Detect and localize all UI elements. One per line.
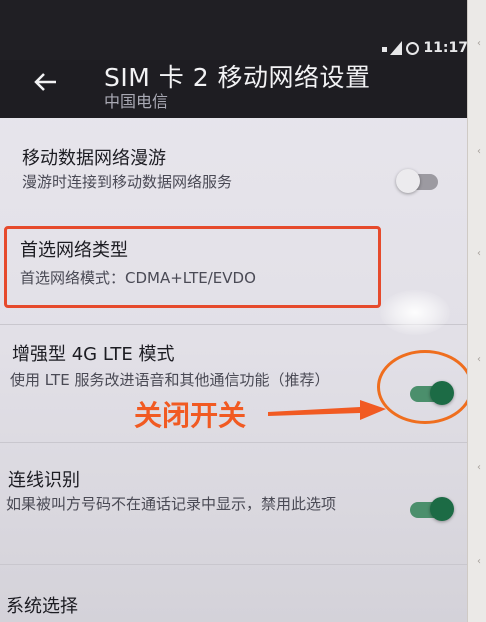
app-bar: SIM 卡 2 移动网络设置 中国电信 bbox=[0, 60, 468, 118]
setting-caller-id[interactable]: 连线识别 如果被叫方号码不在通话记录中显示，禁用此选项 bbox=[0, 448, 468, 556]
highlight-preferred-network-box bbox=[4, 226, 381, 308]
alarm-icon bbox=[406, 41, 420, 55]
page-subtitle: 中国电信 bbox=[104, 92, 169, 111]
setting-data-roaming[interactable]: 移动数据网络漫游 漫游时连接到移动数据网络服务 bbox=[0, 118, 468, 218]
annotation-label: 关闭开关 bbox=[134, 399, 247, 432]
setting-summary: 使用 LTE 服务改进语音和其他通信功能（推荐） bbox=[10, 371, 330, 389]
status-bar: 11:17 bbox=[0, 0, 468, 60]
setting-system-selection[interactable]: 系统选择 bbox=[0, 570, 468, 622]
chevron-icon: ‹ bbox=[477, 146, 481, 157]
highlight-toggle-ellipse bbox=[377, 350, 468, 424]
phone-screen: 11:17 SIM 卡 2 移动网络设置 中国电信 移动数据网络漫游 漫游时连接… bbox=[0, 0, 468, 622]
setting-title: 增强型 4G LTE 模式 bbox=[12, 344, 175, 365]
chevron-icon: ‹ bbox=[477, 462, 481, 473]
divider bbox=[0, 564, 468, 565]
chevron-icon: ‹ bbox=[477, 248, 481, 259]
caller-id-toggle[interactable] bbox=[410, 497, 454, 521]
chevron-icon: ‹ bbox=[477, 354, 481, 365]
chevron-icon: ‹ bbox=[477, 556, 481, 567]
status-icons: 11:17 bbox=[382, 38, 468, 58]
setting-title: 连线识别 bbox=[8, 470, 80, 491]
status-time: 11:17 bbox=[423, 40, 468, 56]
light-glare bbox=[380, 290, 450, 335]
setting-title: 移动数据网络漫游 bbox=[22, 148, 166, 169]
annotation-arrow-icon bbox=[268, 400, 386, 420]
setting-title: 系统选择 bbox=[6, 596, 78, 617]
toggle-knob bbox=[396, 169, 420, 193]
page-side-strip: ‹ ‹ ‹ ‹ ‹ ‹ bbox=[467, 0, 486, 622]
divider bbox=[0, 442, 468, 443]
signal-icon bbox=[382, 41, 403, 55]
back-arrow-icon[interactable] bbox=[32, 68, 60, 96]
setting-summary: 如果被叫方号码不在通话记录中显示，禁用此选项 bbox=[6, 495, 337, 513]
chevron-icon: ‹ bbox=[477, 38, 481, 49]
toggle-knob bbox=[430, 497, 454, 521]
setting-summary: 漫游时连接到移动数据网络服务 bbox=[22, 173, 233, 191]
data-roaming-toggle[interactable] bbox=[396, 169, 438, 193]
